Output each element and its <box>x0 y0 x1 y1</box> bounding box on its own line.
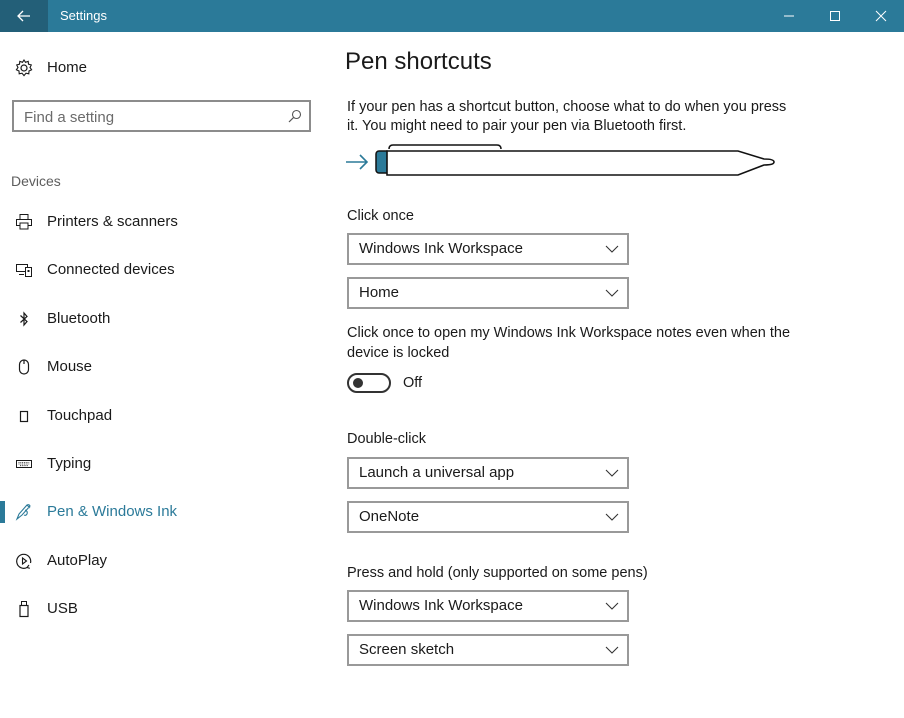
press-hold-action-dropdown[interactable]: Windows Ink Workspace <box>347 590 629 622</box>
sidebar-item-label: Mouse <box>47 358 93 375</box>
minimize-icon <box>784 15 794 17</box>
chevron-down-icon <box>605 289 619 297</box>
click-once-label: Click once <box>347 208 414 224</box>
dropdown-value: Screen sketch <box>359 641 455 658</box>
home-label: Home <box>47 59 88 76</box>
click-once-action-dropdown[interactable]: Windows Ink Workspace <box>347 233 629 265</box>
back-arrow-icon <box>17 10 30 22</box>
title-bar: Settings <box>0 0 904 32</box>
pen-icon <box>14 502 34 522</box>
maximize-icon <box>830 11 840 21</box>
sidebar-item-label: Pen & Windows Ink <box>47 503 178 520</box>
click-once-target-dropdown[interactable]: Home <box>347 277 629 309</box>
search-box[interactable] <box>12 100 311 132</box>
chevron-down-icon <box>605 602 619 610</box>
main-content: Pen shortcuts If your pen has a shortcut… <box>330 32 904 718</box>
section-label-devices: Devices <box>11 173 61 189</box>
close-button[interactable] <box>858 0 904 32</box>
dropdown-value: Windows Ink Workspace <box>359 240 523 257</box>
usb-icon <box>14 599 34 619</box>
sidebar-item-label: AutoPlay <box>47 552 108 569</box>
press-hold-label: Press and hold (only supported on some p… <box>347 565 648 581</box>
double-click-action-dropdown[interactable]: Launch a universal app <box>347 457 629 489</box>
pen-illustration <box>346 144 775 176</box>
sidebar: Home Devices Printers & scanners Connect… <box>0 32 330 718</box>
sidebar-item-label: Touchpad <box>47 407 113 424</box>
search-input[interactable] <box>24 107 274 127</box>
touchpad-icon <box>14 406 34 426</box>
double-click-label: Double-click <box>347 431 426 447</box>
sidebar-item-usb[interactable]: USB <box>0 589 320 629</box>
sidebar-item-label: Connected devices <box>47 261 175 278</box>
search-icon[interactable] <box>287 108 303 124</box>
page-description: If your pen has a shortcut button, choos… <box>347 99 787 134</box>
sidebar-item-label: Bluetooth <box>47 310 111 327</box>
double-click-target-dropdown[interactable]: OneNote <box>347 501 629 533</box>
shortcut-arrow-icon <box>346 154 369 170</box>
connected-devices-icon <box>14 260 34 280</box>
sidebar-item-pen-windows-ink[interactable]: Pen & Windows Ink <box>0 492 320 532</box>
page-title: Pen shortcuts <box>345 48 492 75</box>
window-title: Settings <box>60 8 107 23</box>
back-button[interactable] <box>0 0 48 32</box>
gear-icon <box>14 58 34 78</box>
sidebar-item-bluetooth[interactable]: Bluetooth <box>0 299 320 339</box>
sidebar-item-home[interactable]: Home <box>0 54 320 82</box>
sidebar-item-printers[interactable]: Printers & scanners <box>0 202 320 242</box>
keyboard-icon <box>14 454 34 474</box>
sidebar-item-label: Printers & scanners <box>47 213 178 230</box>
dropdown-value: Launch a universal app <box>359 464 515 481</box>
toggle-knob <box>353 378 363 388</box>
bluetooth-icon <box>14 309 34 329</box>
dropdown-value: OneNote <box>359 508 420 525</box>
sidebar-item-autoplay[interactable]: AutoPlay <box>0 541 320 581</box>
dropdown-value: Windows Ink Workspace <box>359 597 523 614</box>
maximize-button[interactable] <box>812 0 858 32</box>
toggle-state-label: Off <box>403 375 423 391</box>
minimize-button[interactable] <box>766 0 812 32</box>
dropdown-value: Home <box>359 284 400 301</box>
lock-screen-toggle[interactable] <box>347 373 391 393</box>
press-hold-target-dropdown[interactable]: Screen sketch <box>347 634 629 666</box>
printer-icon <box>14 212 34 232</box>
autoplay-icon <box>14 551 34 571</box>
sidebar-item-label: Typing <box>47 455 92 472</box>
mouse-icon <box>14 357 34 377</box>
sidebar-item-mouse[interactable]: Mouse <box>0 347 320 387</box>
sidebar-item-label: USB <box>47 600 78 617</box>
chevron-down-icon <box>605 245 619 253</box>
close-icon <box>875 10 887 22</box>
active-indicator <box>0 501 5 523</box>
chevron-down-icon <box>605 469 619 477</box>
chevron-down-icon <box>605 513 619 521</box>
sidebar-item-touchpad[interactable]: Touchpad <box>0 396 320 436</box>
chevron-down-icon <box>605 646 619 654</box>
sidebar-item-typing[interactable]: Typing <box>0 444 320 484</box>
sidebar-item-connected-devices[interactable]: Connected devices <box>0 250 320 290</box>
lock-screen-note: Click once to open my Windows Ink Worksp… <box>347 325 791 361</box>
